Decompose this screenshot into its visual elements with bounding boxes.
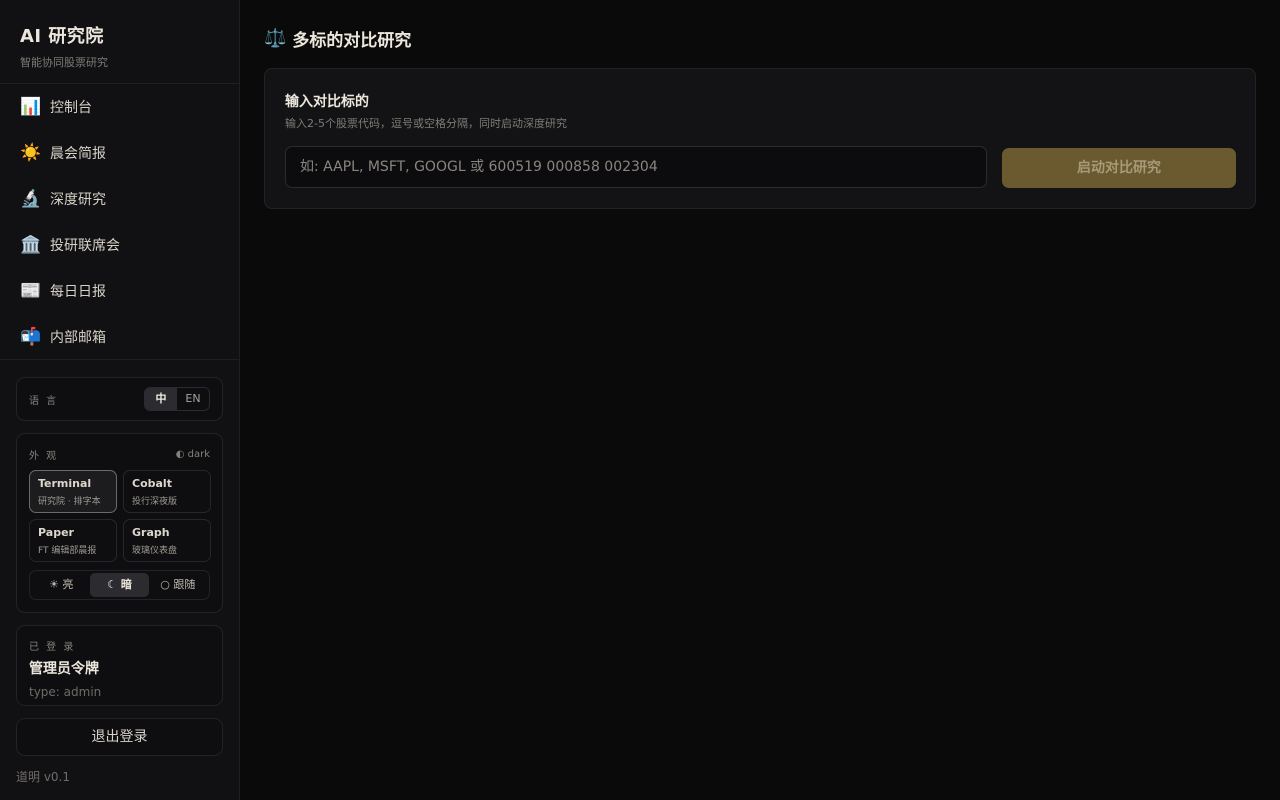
theme-name: Terminal: [38, 477, 92, 490]
appearance-header: 外 观 ◐ dark: [29, 446, 210, 462]
sidebar-item-daily-report[interactable]: 📰 每日日报: [0, 268, 239, 314]
user-type: type: admin: [29, 685, 102, 699]
theme-grid: Terminal 研究院 · 排字本 Cobalt 投行深夜版 Paper FT…: [29, 470, 211, 562]
theme-option-terminal[interactable]: Terminal 研究院 · 排字本: [29, 470, 117, 513]
brand: AI 研究院 智能协同股票研究: [0, 0, 239, 84]
theme-description: 研究院 · 排字本: [38, 497, 101, 507]
language-option-en[interactable]: EN: [177, 388, 209, 410]
sidebar-item-dashboard[interactable]: 📊 控制台: [0, 84, 239, 130]
page-title-text: 多标的对比研究: [292, 30, 412, 51]
page-title: ⚖️ 多标的对比研究: [264, 26, 412, 51]
sidebar-item-inbox[interactable]: 📬 内部邮箱: [0, 314, 239, 359]
sidebar-item-label: 每日日报: [50, 284, 106, 300]
theme-option-paper[interactable]: Paper FT 编辑部晨报: [29, 519, 117, 562]
appearance-card: 外 观 ◐ dark Terminal 研究院 · 排字本 Cobalt 投行深…: [16, 433, 223, 613]
sidebar-item-label: 晨会简报: [50, 146, 106, 162]
start-compare-button[interactable]: 启动对比研究: [1002, 148, 1236, 188]
user-name: 管理员令牌: [29, 661, 99, 677]
sidebar-item-label: 内部邮箱: [50, 330, 106, 346]
brand-subtitle: 智能协同股票研究: [20, 56, 108, 69]
theme-name: Graph: [132, 526, 170, 539]
logout-button[interactable]: 退出登录: [16, 718, 223, 756]
language-card: 语 言 中 EN: [16, 377, 223, 421]
sidebar-item-joint-committee[interactable]: 🏛️ 投研联席会: [0, 222, 239, 268]
compare-panel: 输入对比标的 输入2-5个股票代码，逗号或空格分隔，同时启动深度研究 启动对比研…: [264, 68, 1256, 209]
appearance-label: 外 观: [29, 450, 59, 462]
theme-name: Paper: [38, 526, 74, 539]
theme-description: FT 编辑部晨报: [38, 546, 97, 556]
theme-option-cobalt[interactable]: Cobalt 投行深夜版: [123, 470, 211, 513]
theme-description: 玻璃仪表盘: [132, 546, 178, 556]
sidebar-item-label: 控制台: [50, 100, 92, 116]
sun-icon: ☀️: [20, 143, 42, 163]
theme-option-graph[interactable]: Graph 玻璃仪表盘: [123, 519, 211, 562]
language-option-zh[interactable]: 中: [145, 388, 177, 410]
app-version: 道明 v0.1: [16, 770, 71, 784]
microscope-icon: 🔬: [20, 189, 42, 209]
brand-title: AI 研究院: [20, 26, 104, 47]
sidebar-item-deep-research[interactable]: 🔬 深度研究: [0, 176, 239, 222]
sidebar-item-morning-brief[interactable]: ☀️ 晨会简报: [0, 130, 239, 176]
theme-description: 投行深夜版: [132, 497, 178, 507]
ticker-input[interactable]: [285, 146, 987, 188]
newspaper-icon: 📰: [20, 281, 42, 301]
mode-option-system[interactable]: ○ 跟随: [149, 573, 207, 597]
compare-panel-subtitle: 输入2-5个股票代码，逗号或空格分隔，同时启动深度研究: [285, 117, 567, 130]
mode-indicator: ◐ dark: [175, 448, 210, 460]
login-status: 已 登 录: [29, 642, 76, 653]
compare-panel-title: 输入对比标的: [285, 94, 369, 110]
mailbox-icon: 📬: [20, 327, 42, 347]
mode-option-light[interactable]: ☀ 亮: [32, 573, 90, 597]
sidebar-item-label: 深度研究: [50, 192, 106, 208]
mode-option-dark[interactable]: ☾ 暗: [90, 573, 149, 597]
language-label: 语 言: [29, 395, 59, 407]
theme-name: Cobalt: [132, 477, 172, 490]
language-switch: 中 EN: [144, 387, 210, 411]
color-mode-switch: ☀ 亮 ☾ 暗 ○ 跟随: [29, 570, 210, 600]
user-card: 已 登 录 管理员令牌 type: admin: [16, 625, 223, 706]
sidebar-item-label: 投研联席会: [50, 238, 120, 254]
scale-icon: ⚖️: [264, 27, 287, 49]
sidebar: AI 研究院 智能协同股票研究 📊 控制台 ☀️ 晨会简报 🔬 深度研究 🏛️ …: [0, 0, 240, 800]
sidebar-nav: 📊 控制台 ☀️ 晨会简报 🔬 深度研究 🏛️ 投研联席会 📰 每日日报 📬 内…: [0, 84, 239, 360]
classical-building-icon: 🏛️: [20, 235, 42, 255]
bar-chart-icon: 📊: [20, 97, 42, 117]
main-content: ⚖️ 多标的对比研究 输入对比标的 输入2-5个股票代码，逗号或空格分隔，同时启…: [240, 0, 1280, 800]
